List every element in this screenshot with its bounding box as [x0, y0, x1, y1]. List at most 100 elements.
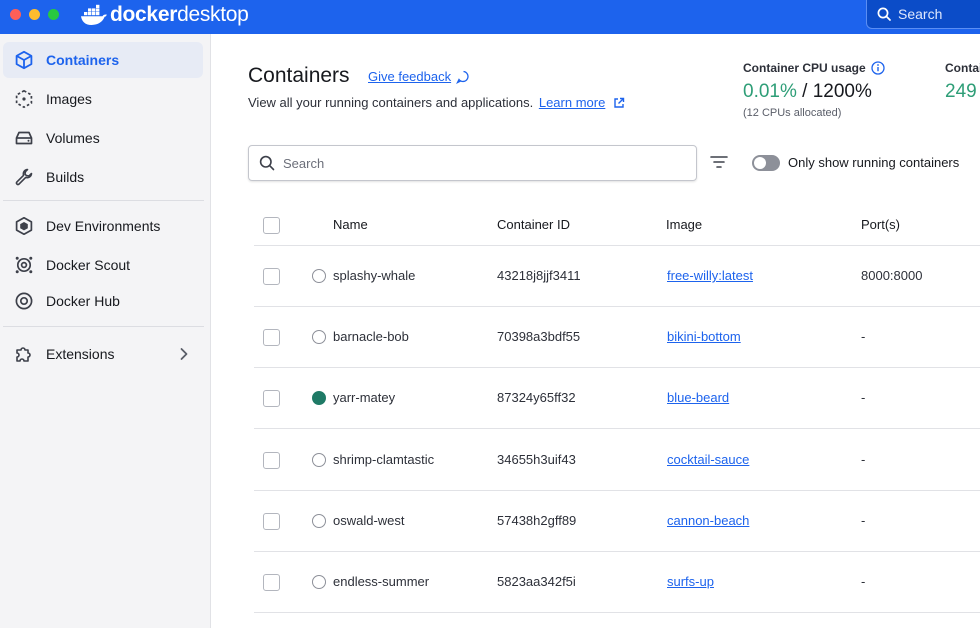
learn-more-link[interactable]: Learn more: [539, 95, 605, 110]
sidebar-divider: [3, 326, 204, 327]
info-icon[interactable]: [871, 61, 885, 75]
status-indicator: [312, 514, 326, 528]
container-id: 43218j8jjf3411: [497, 268, 581, 283]
table-row[interactable]: yarr-matey 87324y65ff32 blue-beard -: [254, 368, 980, 429]
close-window-button[interactable]: [10, 9, 21, 20]
image-link[interactable]: cocktail-sauce: [667, 452, 749, 467]
cpu-usage-label-text: Container CPU usage: [743, 61, 866, 75]
container-id: 5823aa342f5i: [497, 574, 576, 589]
hub-icon: [13, 290, 35, 312]
title-bar: dockerdesktop Search: [0, 0, 980, 34]
sidebar-item-label: Builds: [46, 169, 85, 185]
docker-logo: dockerdesktop: [80, 3, 249, 27]
container-name[interactable]: shrimp-clamtastic: [333, 452, 434, 467]
running-only-toggle[interactable]: [752, 155, 780, 171]
sidebar-item-label: Dev Environments: [46, 218, 161, 234]
global-search-label: Search: [898, 6, 943, 22]
page-title: Containers: [248, 64, 350, 87]
memory-usage-label: Contai: [945, 61, 980, 75]
cpu-usage-value: 0.01% / 1200%: [743, 81, 885, 103]
maximize-window-button[interactable]: [48, 9, 59, 20]
sidebar-item-builds[interactable]: Builds: [3, 159, 203, 195]
give-feedback-label: Give feedback: [368, 69, 452, 84]
chevron-right-icon[interactable]: [179, 347, 189, 361]
table-row[interactable]: barnacle-bob 70398a3bdf55 bikini-bottom …: [254, 307, 980, 368]
sidebar-item-label: Containers: [46, 52, 120, 68]
container-name[interactable]: oswald-west: [333, 513, 405, 528]
row-checkbox[interactable]: [263, 268, 280, 285]
sidebar: Containers Images Volumes Builds Dev Env…: [0, 34, 211, 628]
volume-icon: [13, 127, 35, 149]
port-mapping: -: [861, 513, 866, 528]
column-header-image[interactable]: Image: [666, 217, 702, 232]
table-row[interactable]: endless-summer 5823aa342f5i surfs-up -: [254, 552, 980, 613]
image-link[interactable]: bikini-bottom: [667, 329, 741, 344]
filter-icon[interactable]: [709, 154, 729, 170]
image-link[interactable]: free-willy:latest: [667, 268, 753, 283]
container-icon: [13, 49, 35, 71]
container-name[interactable]: splashy-whale: [333, 268, 415, 283]
sidebar-item-extensions[interactable]: Extensions: [3, 336, 203, 372]
search-icon: [259, 155, 275, 171]
sidebar-item-dev-environments[interactable]: Dev Environments: [3, 208, 203, 244]
minimize-window-button[interactable]: [29, 9, 40, 20]
global-search-button[interactable]: Search: [866, 0, 980, 29]
table-header: Name Container ID Image Port(s): [254, 204, 980, 246]
sidebar-item-label: Extensions: [46, 346, 115, 362]
cpu-total-value: / 1200%: [796, 81, 872, 102]
image-link[interactable]: surfs-up: [667, 574, 714, 589]
row-checkbox[interactable]: [263, 329, 280, 346]
container-id: 34655h3uif43: [497, 452, 576, 467]
sidebar-item-images[interactable]: Images: [3, 81, 203, 117]
cpu-allocated-note: (12 CPUs allocated): [743, 107, 842, 119]
sidebar-divider: [3, 200, 204, 201]
port-mapping: -: [861, 390, 866, 405]
status-indicator-running: [312, 391, 326, 405]
puzzle-icon: [13, 343, 35, 365]
container-id: 70398a3bdf55: [497, 329, 581, 344]
container-name[interactable]: yarr-matey: [333, 390, 395, 405]
row-checkbox[interactable]: [263, 452, 280, 469]
dev-environments-icon: [13, 215, 35, 237]
sidebar-item-label: Images: [46, 91, 92, 107]
port-mapping: -: [861, 574, 866, 589]
cpu-used-value: 0.01%: [743, 81, 797, 102]
table-row[interactable]: oswald-west 57438h2gff89 cannon-beach -: [254, 491, 980, 552]
search-icon: [877, 7, 891, 21]
column-header-ports[interactable]: Port(s): [861, 217, 900, 232]
row-checkbox[interactable]: [263, 390, 280, 407]
external-link-icon[interactable]: [613, 97, 625, 109]
select-all-checkbox[interactable]: [263, 217, 280, 234]
port-mapping[interactable]: 8000:8000: [861, 268, 922, 283]
sidebar-item-containers[interactable]: Containers: [3, 42, 203, 78]
memory-usage-value: 249: [945, 81, 977, 102]
image-icon: [13, 88, 35, 110]
image-link[interactable]: blue-beard: [667, 390, 729, 405]
sidebar-item-docker-hub[interactable]: Docker Hub: [3, 283, 203, 319]
main-content: Containers Give feedback View all your r…: [212, 34, 980, 628]
port-mapping: -: [861, 452, 866, 467]
docker-whale-icon: [81, 4, 107, 25]
table-row[interactable]: shrimp-clamtastic 34655h3uif43 cocktail-…: [254, 430, 980, 491]
image-link[interactable]: cannon-beach: [667, 513, 749, 528]
search-input[interactable]: [283, 155, 663, 171]
sidebar-item-label: Docker Scout: [46, 257, 131, 273]
sidebar-item-docker-scout[interactable]: Docker Scout: [3, 247, 203, 283]
container-name[interactable]: barnacle-bob: [333, 329, 409, 344]
row-checkbox[interactable]: [263, 574, 280, 591]
container-name[interactable]: endless-summer: [333, 574, 429, 589]
container-search[interactable]: [248, 145, 697, 181]
memory-usage-stat: Contai 249: [945, 61, 980, 103]
cpu-usage-label: Container CPU usage: [743, 61, 885, 75]
sidebar-item-volumes[interactable]: Volumes: [3, 120, 203, 156]
page-subtitle: View all your running containers and app…: [248, 95, 625, 110]
cpu-usage-stat: Container CPU usage 0.01% / 1200% (12 CP…: [743, 61, 885, 119]
give-feedback-link[interactable]: Give feedback: [368, 69, 470, 84]
table-row[interactable]: splashy-whale 43218j8jjf3411 free-willy:…: [254, 246, 980, 307]
row-checkbox[interactable]: [263, 513, 280, 530]
status-indicator: [312, 575, 326, 589]
column-header-container-id[interactable]: Container ID: [497, 217, 570, 232]
scout-icon: [13, 254, 35, 276]
running-only-label: Only show running containers: [788, 155, 960, 170]
column-header-name[interactable]: Name: [333, 217, 368, 232]
